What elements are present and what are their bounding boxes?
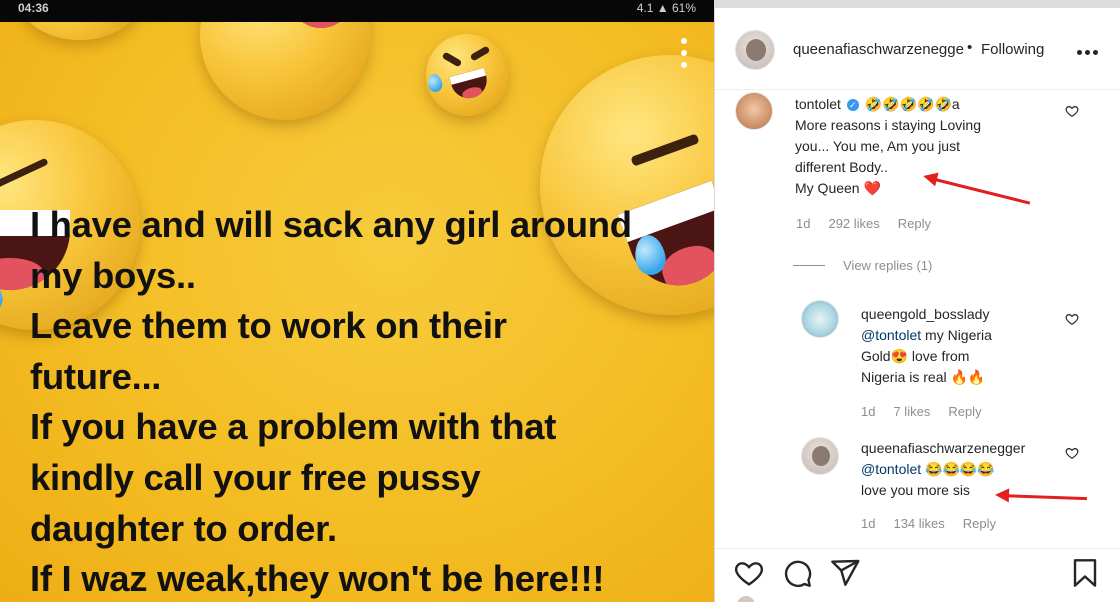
comment-emojis: 😂😂😂😂 [921, 461, 995, 477]
post-header: queenafiaschwarzenegger • Following [715, 8, 1120, 90]
comment-meta: 1d 292 likes Reply [796, 216, 931, 231]
reply-button[interactable]: Reply [948, 404, 981, 419]
comment-meta: 1d 134 likes Reply [861, 516, 996, 531]
header-username[interactable]: queenafiaschwarzenegger [793, 41, 965, 58]
comment-like-heart-icon[interactable] [1065, 446, 1079, 460]
reply-button[interactable]: Reply [963, 516, 996, 531]
avatar[interactable] [735, 92, 773, 130]
comment-like-heart-icon[interactable] [1065, 312, 1079, 326]
comment-text-line: Gold😍 love from [861, 348, 970, 364]
comment-text-line: Nigeria is real 🔥🔥 [861, 369, 986, 385]
comment-icon[interactable] [781, 557, 813, 589]
mention-link[interactable]: @tontolet [861, 327, 921, 343]
comment-like-heart-icon[interactable] [1065, 104, 1079, 118]
comment-text-line: different Body.. [795, 159, 888, 175]
header-separator: • [967, 39, 973, 56]
following-button[interactable]: Following [981, 41, 1044, 58]
verified-badge-icon: ✓ [846, 99, 859, 112]
share-icon[interactable] [829, 557, 861, 589]
status-time: 04:36 [18, 1, 49, 15]
reply-comment: queenafiaschwarzenegger @tontolet 😂😂😂😂 l… [861, 438, 1061, 501]
post-text-line: I have and will sack any girl around [30, 204, 632, 245]
post-image[interactable]: 04:36 4.1 ▲ 61% I have and will sack any… [0, 0, 714, 602]
reply-comment: queengold_bosslady @tontolet my Nigeria … [861, 304, 1061, 388]
view-replies-label: View replies (1) [843, 258, 933, 273]
comment-meta: 1d 7 likes Reply [861, 404, 982, 419]
more-options-icon[interactable] [676, 38, 692, 68]
comment-age: 1d [796, 216, 811, 231]
post-text-line: kindly call your free pussy [30, 456, 481, 498]
phone-status-bar: 04:36 4.1 ▲ 61% [0, 0, 714, 22]
post-text-line: Leave them to work on their [30, 305, 507, 347]
mention-link[interactable]: @tontolet [861, 461, 921, 477]
avatar[interactable] [801, 300, 839, 338]
post-text-line: my boys.. [30, 254, 196, 296]
comment: tontolet ✓ 🤣🤣🤣🤣🤣a More reasons i staying… [795, 94, 1045, 199]
comment-text-line: my Nigeria [921, 327, 992, 343]
top-strip [715, 0, 1120, 8]
comment-text-line: you... You me, Am you just [795, 138, 960, 154]
laughing-emoji-icon [426, 34, 508, 116]
avatar[interactable] [735, 30, 775, 70]
bookmark-icon[interactable] [1069, 557, 1101, 589]
post-text-line: If I waz weak,they won't be here!!! [30, 558, 605, 600]
comment-text-line: More reasons i staying Loving [795, 117, 981, 133]
comment-age: 1d [861, 404, 876, 419]
heart-icon[interactable] [733, 557, 765, 589]
comments-panel: queenafiaschwarzenegger • Following tont… [714, 0, 1120, 602]
post-text-line: future... [30, 355, 162, 397]
avatar[interactable] [801, 437, 839, 475]
post-caption-text: I have and will sack any girl around my … [30, 200, 710, 602]
view-replies-button[interactable]: View replies (1) [793, 258, 932, 273]
comment-username[interactable]: tontolet [795, 96, 841, 112]
comment-username[interactable]: queenafiaschwarzenegger [861, 438, 1061, 459]
instagram-post-window: 04:36 4.1 ▲ 61% I have and will sack any… [0, 0, 1120, 602]
comment-likes[interactable]: 292 likes [828, 216, 879, 231]
comment-likes[interactable]: 134 likes [893, 516, 944, 531]
comment-username[interactable]: queengold_bosslady [861, 304, 1061, 325]
status-indicators: 4.1 ▲ 61% [636, 1, 696, 15]
post-action-bar [715, 548, 1120, 602]
comment-age: 1d [861, 516, 876, 531]
post-text-line: If you have a problem with that [30, 406, 557, 448]
comment-emojis: 🤣🤣🤣🤣🤣a [864, 96, 960, 112]
post-text-line: daughter to order. [30, 507, 337, 549]
reply-button[interactable]: Reply [898, 216, 931, 231]
view-replies-divider [793, 265, 825, 266]
comment-likes[interactable]: 7 likes [893, 404, 930, 419]
more-options-icon[interactable] [1077, 50, 1098, 55]
